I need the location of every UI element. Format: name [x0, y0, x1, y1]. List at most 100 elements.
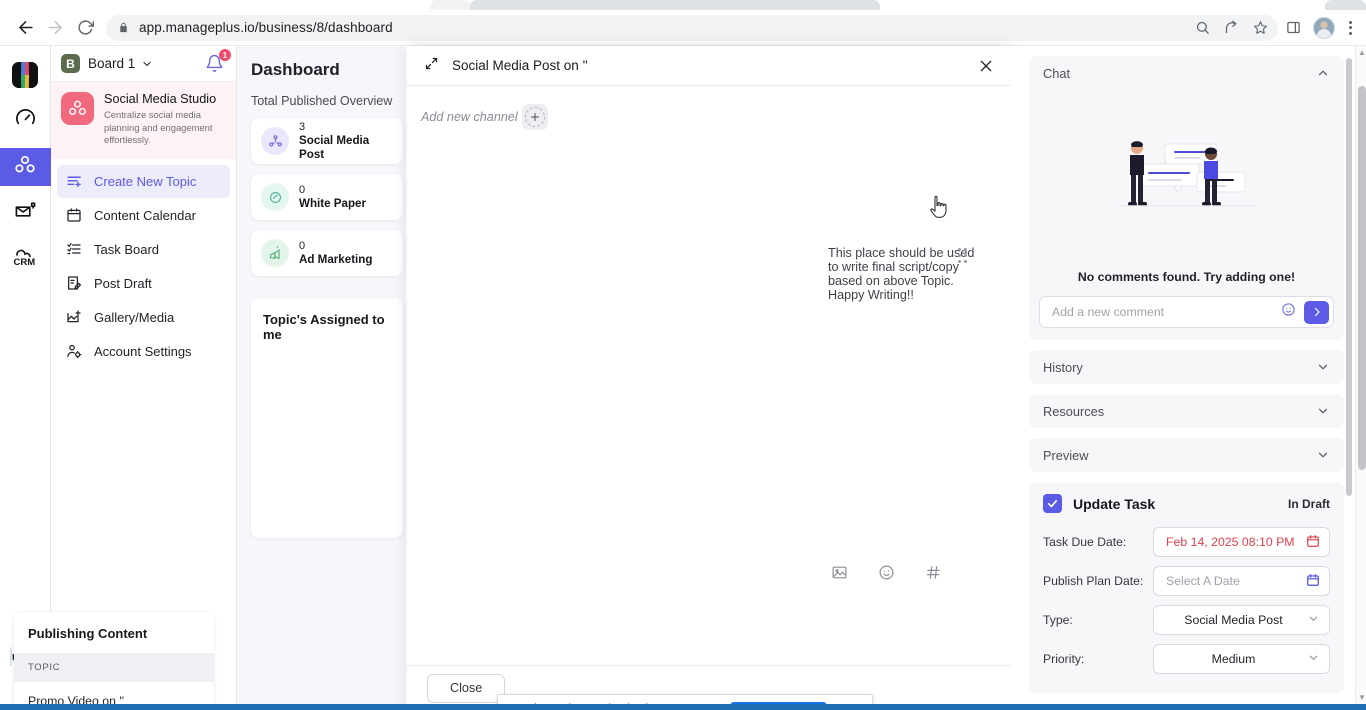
type-select[interactable]: Social Media Post [1153, 605, 1330, 635]
tab-inactive[interactable] [430, 0, 470, 10]
comment-placeholder[interactable]: Add a new comment [1052, 305, 1273, 319]
chevron-down-icon[interactable] [1307, 612, 1320, 628]
app-icon-rail: CRM USC [0, 46, 51, 710]
editor-toolbar [831, 564, 942, 586]
board-selector[interactable]: B Board 1 1 [51, 46, 236, 82]
side-panel-icon[interactable] [1286, 20, 1301, 35]
insert-image-icon[interactable] [831, 564, 848, 586]
board-name: Board 1 [88, 56, 136, 71]
studio-title: Social Media Studio [104, 92, 217, 106]
editor-placeholder-text[interactable]: This place should be used to write final… [828, 246, 975, 302]
chevron-down-icon[interactable] [1316, 360, 1330, 374]
publish-plan-date-input[interactable]: Select A Date [1153, 566, 1330, 596]
mouse-cursor-pointer [928, 194, 950, 220]
page-scrollbar[interactable]: ▲ ▼ [1355, 46, 1366, 710]
section-label: History [1043, 359, 1083, 375]
browser-toolbar: app.manageplus.io/business/8/dashboard [0, 10, 1366, 46]
emoji-icon[interactable] [1281, 302, 1296, 322]
user-settings-icon [65, 343, 83, 359]
rail-item-mail-campaign[interactable] [0, 194, 51, 232]
browser-extension-icons [1286, 16, 1366, 39]
calendar-icon [65, 207, 83, 223]
reload-button[interactable] [70, 13, 100, 43]
back-button[interactable] [10, 13, 40, 43]
field-priority: Priority: Medium [1043, 644, 1330, 674]
stat-card-ad-marketing[interactable]: 0 Ad Marketing [251, 230, 403, 276]
sidebar-item-gallery-media[interactable]: Gallery/Media [57, 301, 230, 334]
studio-subtitle: Centralize social media planning and eng… [104, 109, 213, 145]
section-label: Resources [1043, 403, 1105, 419]
stat-label: Ad Marketing [299, 252, 373, 266]
hashtag-icon[interactable] [925, 564, 942, 586]
tab-new[interactable] [1325, 0, 1366, 10]
address-bar[interactable]: app.manageplus.io/business/8/dashboard [106, 14, 1278, 41]
task-due-date-input[interactable]: Feb 14, 2025 08:10 PM [1153, 527, 1330, 557]
board-initial-badge: B [61, 54, 80, 73]
rail-item-crm[interactable]: CRM [0, 240, 51, 278]
star-icon[interactable] [1253, 20, 1268, 35]
stat-card-social-media-post[interactable]: 3 Social Media Post [251, 118, 403, 164]
chevron-down-icon[interactable] [1316, 404, 1330, 418]
modal-title: Social Media Post on '' [452, 58, 588, 73]
nav-list: Create New Topic Content Calendar Task B… [51, 159, 236, 368]
scroll-up-arrow[interactable]: ▲ [1358, 48, 1366, 57]
resources-section-header[interactable]: Resources [1029, 394, 1344, 428]
page-content: CRM USC B Board 1 1 [0, 46, 1366, 710]
close-button[interactable]: Close [427, 673, 506, 703]
emoji-icon[interactable] [878, 564, 895, 586]
chevron-down-icon[interactable] [1316, 448, 1330, 462]
add-channel-row: Add new channel [407, 86, 1011, 130]
kebab-menu-icon[interactable] [1347, 20, 1358, 35]
chevron-up-icon[interactable] [1316, 66, 1330, 80]
omnibox-actions [1195, 15, 1276, 41]
update-task-title: Update Task [1073, 495, 1156, 512]
ad-megaphone-icon [261, 239, 289, 267]
stat-count: 0 [299, 239, 306, 252]
send-comment-button[interactable] [1304, 300, 1329, 324]
app-root: app.manageplus.io/business/8/dashboard C… [0, 0, 1366, 710]
drag-handle-icon[interactable] [958, 248, 967, 263]
notifications-button[interactable]: 1 [205, 49, 231, 73]
browser-tabstrip[interactable] [0, 0, 1366, 10]
close-icon[interactable] [978, 58, 994, 74]
chevron-down-icon[interactable] [141, 58, 153, 70]
sidebar-item-create-new-topic[interactable]: Create New Topic [57, 164, 230, 198]
history-section-header[interactable]: History [1029, 350, 1344, 384]
panel-scrollbar-thumb[interactable] [1346, 58, 1352, 496]
rail-item-social-studio[interactable] [0, 148, 51, 186]
gauge-icon [14, 107, 37, 135]
field-value: Social Media Post [1184, 613, 1283, 627]
forward-button[interactable] [40, 13, 70, 43]
priority-select[interactable]: Medium [1153, 644, 1330, 674]
update-task-checkbox[interactable] [1043, 494, 1062, 513]
scrollbar-thumb[interactable] [1358, 86, 1366, 470]
social-network-icon [261, 127, 289, 155]
comment-input-row[interactable]: Add a new comment [1039, 296, 1334, 328]
sidebar-item-post-draft[interactable]: Post Draft [57, 267, 230, 300]
chevron-down-icon[interactable] [1307, 651, 1320, 667]
scroll-down-arrow[interactable]: ▼ [1358, 693, 1366, 702]
sidebar-label: Content Calendar [94, 207, 196, 223]
expand-arrows-icon[interactable] [424, 56, 439, 76]
sidebar-item-content-calendar[interactable]: Content Calendar [57, 199, 230, 232]
calendar-icon[interactable] [1306, 573, 1320, 590]
share-icon[interactable] [1224, 20, 1239, 35]
calendar-icon[interactable] [1306, 534, 1320, 551]
add-channel-button[interactable] [521, 104, 548, 130]
publishing-column-header: TOPIC [14, 653, 214, 682]
tab-active[interactable] [470, 0, 880, 10]
image-add-icon [65, 309, 83, 325]
dashboard-column: Dashboard Total Published Overview 3 Soc… [237, 46, 405, 710]
rail-item-dashboard[interactable] [0, 102, 51, 140]
sidebar-item-account-settings[interactable]: Account Settings [57, 335, 230, 368]
search-icon[interactable] [1195, 20, 1210, 35]
chat-section-header[interactable]: Chat [1029, 56, 1344, 90]
profile-avatar[interactable] [1313, 16, 1335, 39]
stat-card-white-paper[interactable]: 0 White Paper [251, 174, 403, 220]
sidebar-item-task-board[interactable]: Task Board [57, 233, 230, 266]
checkmark-icon [1047, 499, 1058, 508]
social-studio-logo-icon [61, 92, 94, 125]
task-detail-panel: Chat No comments found. Try adding one! … [1011, 46, 1356, 710]
preview-section-header[interactable]: Preview [1029, 438, 1344, 472]
rail-item-apps-logo[interactable] [0, 56, 51, 94]
